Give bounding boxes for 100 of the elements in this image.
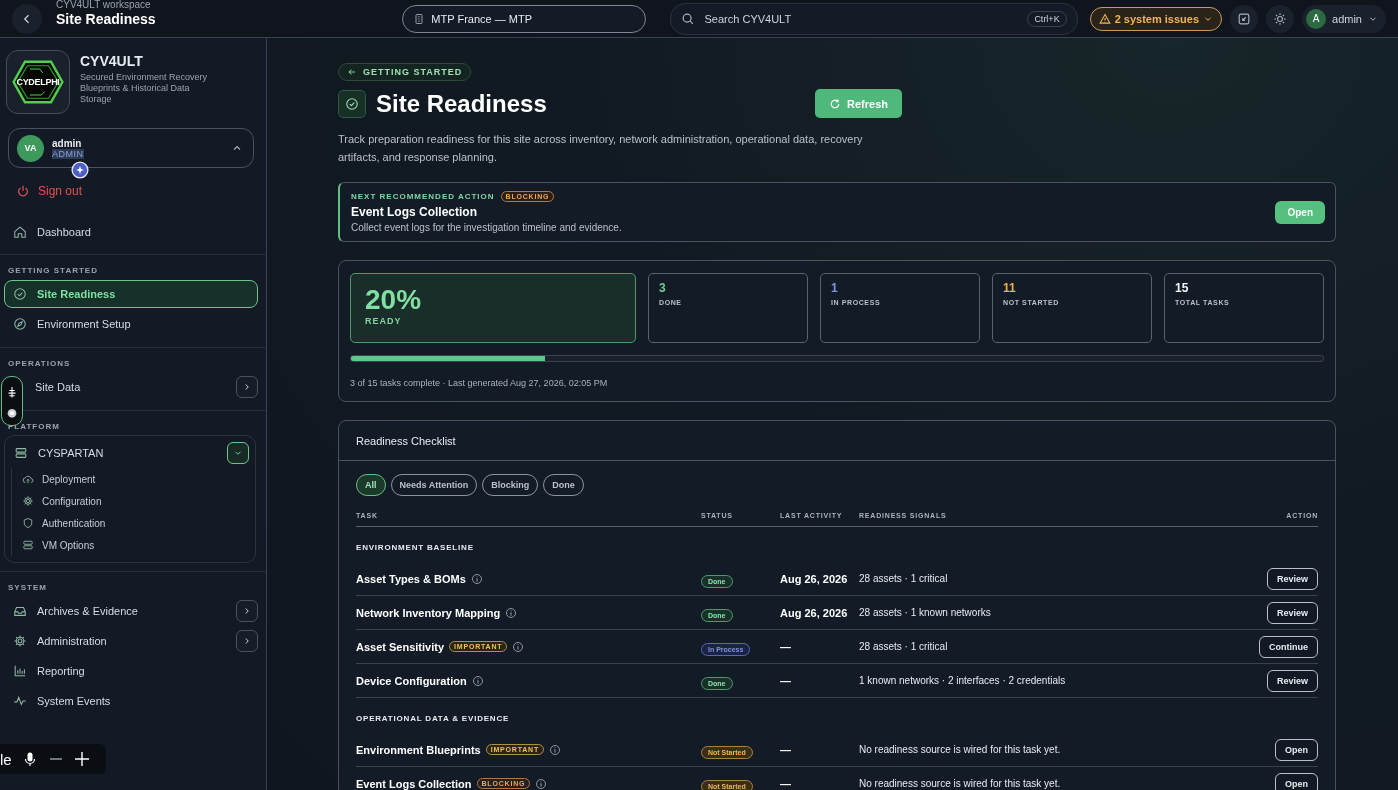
readiness-signals: 1 known networks · 2 interfaces · 2 credentials (859, 675, 1067, 686)
page-heading: Site Readiness (376, 89, 547, 118)
stat-value: 3 (659, 281, 667, 295)
nav-item[interactable]: Environment Setup (4, 310, 258, 338)
nav-item[interactable]: Administration (4, 627, 232, 655)
collapse-button[interactable] (1230, 4, 1259, 33)
cloud-upload-icon (22, 473, 34, 485)
page-title: Site Readiness (56, 10, 156, 27)
row-action-button[interactable]: Open (1275, 772, 1318, 790)
user-role: ADMIN (52, 148, 84, 159)
action-description: Collect event logs for the investigation timeline and evidence. (351, 222, 622, 233)
home-icon (13, 225, 27, 239)
task-name: Network Inventory Mapping (356, 606, 501, 619)
last-activity: — (780, 674, 792, 687)
nav-item[interactable]: Site Readiness (4, 280, 258, 308)
info-icon[interactable] (512, 640, 525, 653)
building-icon (413, 12, 426, 25)
last-activity: — (780, 777, 792, 790)
info-icon[interactable] (471, 674, 484, 687)
last-activity: Aug 26, 2026 (780, 572, 849, 585)
sub-nav-item[interactable]: Deployment (16, 468, 249, 490)
readiness-signals: No readiness source is wired for this task yet. (859, 744, 1062, 755)
plus-icon[interactable] (73, 751, 90, 767)
nav-item[interactable]: CYSPARTAN (5, 439, 223, 467)
task-name: Asset Sensitivity (356, 640, 445, 653)
last-activity: Aug 26, 2026 (780, 606, 849, 619)
site-selector[interactable]: MTP France — MTP (402, 4, 646, 33)
task-name: Asset Types & BOMs (356, 572, 466, 585)
nav-item[interactable]: Dashboard (4, 218, 258, 246)
info-icon[interactable] (535, 777, 548, 790)
task-name: Event Logs Collection (356, 777, 472, 790)
sparkle-badge-icon (71, 161, 89, 179)
theme-toggle[interactable] (1266, 4, 1295, 33)
readiness-signals: 28 assets · 1 known networks (859, 607, 992, 618)
readiness-signals: 28 assets · 1 critical (859, 573, 949, 584)
refresh-icon (829, 97, 842, 110)
server-icon (14, 446, 28, 460)
summary-footnote: 3 of 15 tasks complete · Last generated Aug 27, 2026, 02:05 PM (350, 378, 609, 388)
row-action-button[interactable]: Continue (1259, 635, 1318, 658)
row-action-button[interactable]: Review (1266, 669, 1318, 692)
user-menu[interactable]: A admin (1302, 4, 1386, 33)
last-activity: — (780, 640, 792, 653)
shield-icon (22, 517, 34, 529)
logo: CYDELPHI (6, 50, 70, 114)
minimize-icon (1237, 11, 1252, 26)
inbox-icon (13, 604, 27, 618)
arrow-left-icon (347, 67, 357, 77)
stat-value: 11 (1003, 281, 1017, 295)
section-heading: OPERATIONS (7, 358, 72, 370)
user-name: admin (52, 137, 83, 149)
filter-chip[interactable]: All (356, 474, 386, 496)
gear-icon (22, 495, 34, 507)
row-action-button[interactable]: Review (1266, 601, 1318, 624)
sub-nav-item[interactable]: Configuration (16, 490, 249, 512)
sub-nav-item[interactable]: Authentication (16, 512, 249, 534)
ready-percent: 20% (365, 285, 423, 315)
search-field[interactable]: Search CYV4ULT (702, 11, 1020, 26)
nav-item[interactable]: Reporting (4, 657, 258, 685)
nav-item[interactable]: Site Data (24, 373, 232, 401)
dictation-text: le (0, 750, 12, 768)
expand-toggle[interactable] (236, 630, 258, 652)
nav-item[interactable]: System Events (4, 687, 258, 715)
expand-toggle[interactable] (236, 600, 258, 622)
nav-item[interactable]: Archives & Evidence (4, 597, 232, 625)
search-box[interactable]: Search CYV4ULT Ctrl+K (669, 2, 1078, 35)
info-icon[interactable] (549, 743, 561, 756)
brand-tagline: Secured Environment Recovery Blueprints & Historical Data Storage (80, 72, 209, 105)
server-icon (22, 539, 34, 551)
card-title: Readiness Checklist (356, 434, 456, 447)
section-heading: SYSTEM (7, 582, 48, 594)
group-heading: OPERATIONAL DATA & EVIDENCE (356, 713, 511, 725)
sign-out-button[interactable]: Sign out (14, 182, 85, 200)
sun-icon (1273, 11, 1288, 26)
card-eyebrow: NEXT RECOMMENDED ACTION (351, 192, 495, 201)
section-heading: GETTING STARTED (7, 265, 99, 277)
system-issues-button[interactable]: 2 system issues (1089, 6, 1223, 31)
check-circle-icon (13, 287, 27, 301)
compass-icon (13, 317, 27, 331)
workspace-label: CYV4ULT workspace (56, 0, 152, 11)
row-action-button[interactable]: Review (1266, 567, 1318, 590)
info-icon[interactable] (470, 572, 483, 585)
action-title: Event Logs Collection (351, 205, 478, 219)
stat-value: 15 (1175, 281, 1190, 295)
sub-nav-item[interactable]: VM Options (16, 534, 249, 556)
info-icon[interactable] (505, 606, 518, 619)
task-name: Device Configuration (356, 674, 467, 687)
row-action-button[interactable]: Open (1275, 738, 1318, 761)
stat-value: 1 (831, 281, 839, 295)
readiness-signals: 28 assets · 1 critical (859, 641, 949, 652)
expand-toggle[interactable] (236, 376, 258, 398)
avatar: VA (17, 134, 44, 162)
ready-label: READY (365, 316, 403, 326)
collapse-toggle[interactable] (227, 442, 249, 464)
search-icon (680, 11, 695, 26)
breadcrumb-link[interactable]: GETTING STARTED (338, 63, 472, 81)
power-icon (16, 184, 30, 198)
user-card[interactable]: VA admin ADMIN (8, 128, 254, 168)
task-name: Environment Blueprints (356, 743, 481, 756)
warning-icon (1098, 12, 1111, 25)
recording-widget[interactable] (1, 376, 23, 426)
